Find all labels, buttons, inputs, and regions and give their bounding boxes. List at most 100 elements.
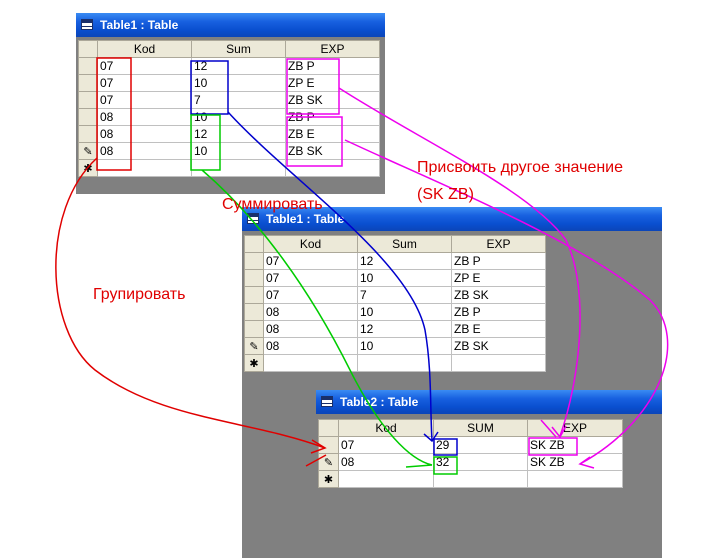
cell-exp[interactable]: ZB P <box>285 108 380 126</box>
cell-sum[interactable]: 10 <box>191 142 286 160</box>
table1-title: Table1 : Table <box>100 18 179 32</box>
new-record-icon[interactable]: ✱ <box>78 159 98 177</box>
row-selector[interactable] <box>78 74 98 92</box>
row-selector[interactable] <box>244 286 264 304</box>
table1-copy-datasheet: Kod Sum EXP 07 12 ZB P 07 10 ZP E 07 7 ZB SK 0… <box>244 235 546 372</box>
cell-sum[interactable]: 7 <box>191 91 286 109</box>
cell-sum[interactable]: 7 <box>357 286 452 304</box>
edit-pencil-icon[interactable]: ✎ <box>318 453 339 471</box>
cell-exp[interactable]: ZB SK <box>451 286 546 304</box>
table-row: 07 10 ZP E <box>78 74 380 92</box>
cell-sum[interactable]: 10 <box>191 74 286 92</box>
row-selector[interactable] <box>244 252 264 270</box>
cell-sum[interactable]: 29 <box>433 436 528 454</box>
cell-kod[interactable]: 07 <box>338 436 434 454</box>
cell-exp[interactable]: ZP E <box>451 269 546 287</box>
cell-kod[interactable]: 07 <box>263 269 358 287</box>
row-selector[interactable] <box>244 320 264 338</box>
cell-kod[interactable]: 08 <box>263 320 358 338</box>
cell-sum[interactable]: 12 <box>191 125 286 143</box>
row-selector[interactable] <box>244 303 264 321</box>
cell-sum[interactable]: 10 <box>357 337 452 355</box>
new-record-icon[interactable]: ✱ <box>318 470 339 488</box>
row-selector[interactable] <box>244 269 264 287</box>
table-row: 07 12 ZB P <box>78 57 380 75</box>
new-record-icon[interactable]: ✱ <box>244 354 264 372</box>
cell-kod[interactable]: 08 <box>97 108 192 126</box>
select-all-corner[interactable] <box>318 419 339 437</box>
cell-sum[interactable]: 10 <box>357 269 452 287</box>
table-icon <box>81 19 93 30</box>
column-header-kod[interactable]: Kod <box>97 40 192 58</box>
row-selector[interactable] <box>78 57 98 75</box>
cell-kod[interactable]: 07 <box>97 91 192 109</box>
cell-exp[interactable]: SK ZB <box>527 436 623 454</box>
cell-exp[interactable]: ZB SK <box>285 142 380 160</box>
cell-kod-new[interactable] <box>338 470 434 488</box>
cell-sum-new[interactable] <box>191 159 286 177</box>
cell-exp[interactable]: ZB SK <box>285 91 380 109</box>
select-all-corner[interactable] <box>244 235 264 253</box>
cell-kod[interactable]: 07 <box>263 286 358 304</box>
cell-kod-new[interactable] <box>97 159 192 177</box>
cell-kod[interactable]: 08 <box>97 125 192 143</box>
cell-kod[interactable]: 08 <box>97 142 192 160</box>
column-header-kod[interactable]: Kod <box>263 235 358 253</box>
cell-exp-new[interactable] <box>451 354 546 372</box>
new-record-row: ✱ <box>318 470 623 488</box>
row-selector[interactable] <box>78 91 98 109</box>
cell-sum[interactable]: 32 <box>433 453 528 471</box>
cell-kod[interactable]: 08 <box>263 303 358 321</box>
cell-kod[interactable]: 08 <box>338 453 434 471</box>
cell-sum-new[interactable] <box>433 470 528 488</box>
table-row: 08 10 ZB P <box>244 303 546 321</box>
cell-exp[interactable]: ZB SK <box>451 337 546 355</box>
table1-window: Table1 : Table Kod Sum EXP 07 12 ZB P 07 10… <box>76 13 385 194</box>
table-row: 07 7 ZB SK <box>78 91 380 109</box>
select-all-corner[interactable] <box>78 40 98 58</box>
edit-pencil-icon[interactable]: ✎ <box>244 337 264 355</box>
cell-exp[interactable]: ZB P <box>451 252 546 270</box>
cell-kod[interactable]: 07 <box>97 57 192 75</box>
row-selector[interactable] <box>78 108 98 126</box>
table-row: 08 12 ZB E <box>244 320 546 338</box>
cell-kod-new[interactable] <box>263 354 358 372</box>
column-header-exp[interactable]: EXP <box>527 419 623 437</box>
column-header-exp[interactable]: EXP <box>451 235 546 253</box>
cell-exp[interactable]: ZB P <box>451 303 546 321</box>
cell-exp-new[interactable] <box>285 159 380 177</box>
table-row: ✎ 08 10 ZB SK <box>244 337 546 355</box>
cell-kod[interactable]: 07 <box>263 252 358 270</box>
cell-sum[interactable]: 10 <box>191 108 286 126</box>
column-header-sum[interactable]: SUM <box>433 419 528 437</box>
column-header-exp[interactable]: EXP <box>285 40 380 58</box>
table2-datasheet: Kod SUM EXP 07 29 SK ZB ✎ 08 32 SK ZB ✱ <box>318 419 623 488</box>
table2-title: Table2 : Table <box>340 395 419 409</box>
table-row: 07 29 SK ZB <box>318 436 623 454</box>
cell-kod[interactable]: 07 <box>97 74 192 92</box>
table1-titlebar[interactable]: Table1 : Table <box>76 13 385 37</box>
new-record-row: ✱ <box>244 354 546 372</box>
cell-kod[interactable]: 08 <box>263 337 358 355</box>
row-selector[interactable] <box>318 436 339 454</box>
cell-exp[interactable]: ZB E <box>451 320 546 338</box>
edit-pencil-icon[interactable]: ✎ <box>78 142 98 160</box>
cell-sum[interactable]: 10 <box>357 303 452 321</box>
cell-sum[interactable]: 12 <box>191 57 286 75</box>
cell-sum[interactable]: 12 <box>357 252 452 270</box>
column-header-sum[interactable]: Sum <box>191 40 286 58</box>
table2-titlebar[interactable]: Table2 : Table <box>316 390 662 414</box>
table2-window: Table2 : Table Kod SUM EXP 07 29 SK ZB ✎ 08… <box>316 390 662 558</box>
annotation-assign-line2: (SK ZB) <box>417 186 474 203</box>
cell-exp[interactable]: ZP E <box>285 74 380 92</box>
column-header-sum[interactable]: Sum <box>357 235 452 253</box>
cell-exp[interactable]: SK ZB <box>527 453 623 471</box>
column-header-kod[interactable]: Kod <box>338 419 434 437</box>
table-row: 08 12 ZB E <box>78 125 380 143</box>
cell-exp-new[interactable] <box>527 470 623 488</box>
cell-exp[interactable]: ZB E <box>285 125 380 143</box>
cell-exp[interactable]: ZB P <box>285 57 380 75</box>
row-selector[interactable] <box>78 125 98 143</box>
cell-sum-new[interactable] <box>357 354 452 372</box>
cell-sum[interactable]: 12 <box>357 320 452 338</box>
